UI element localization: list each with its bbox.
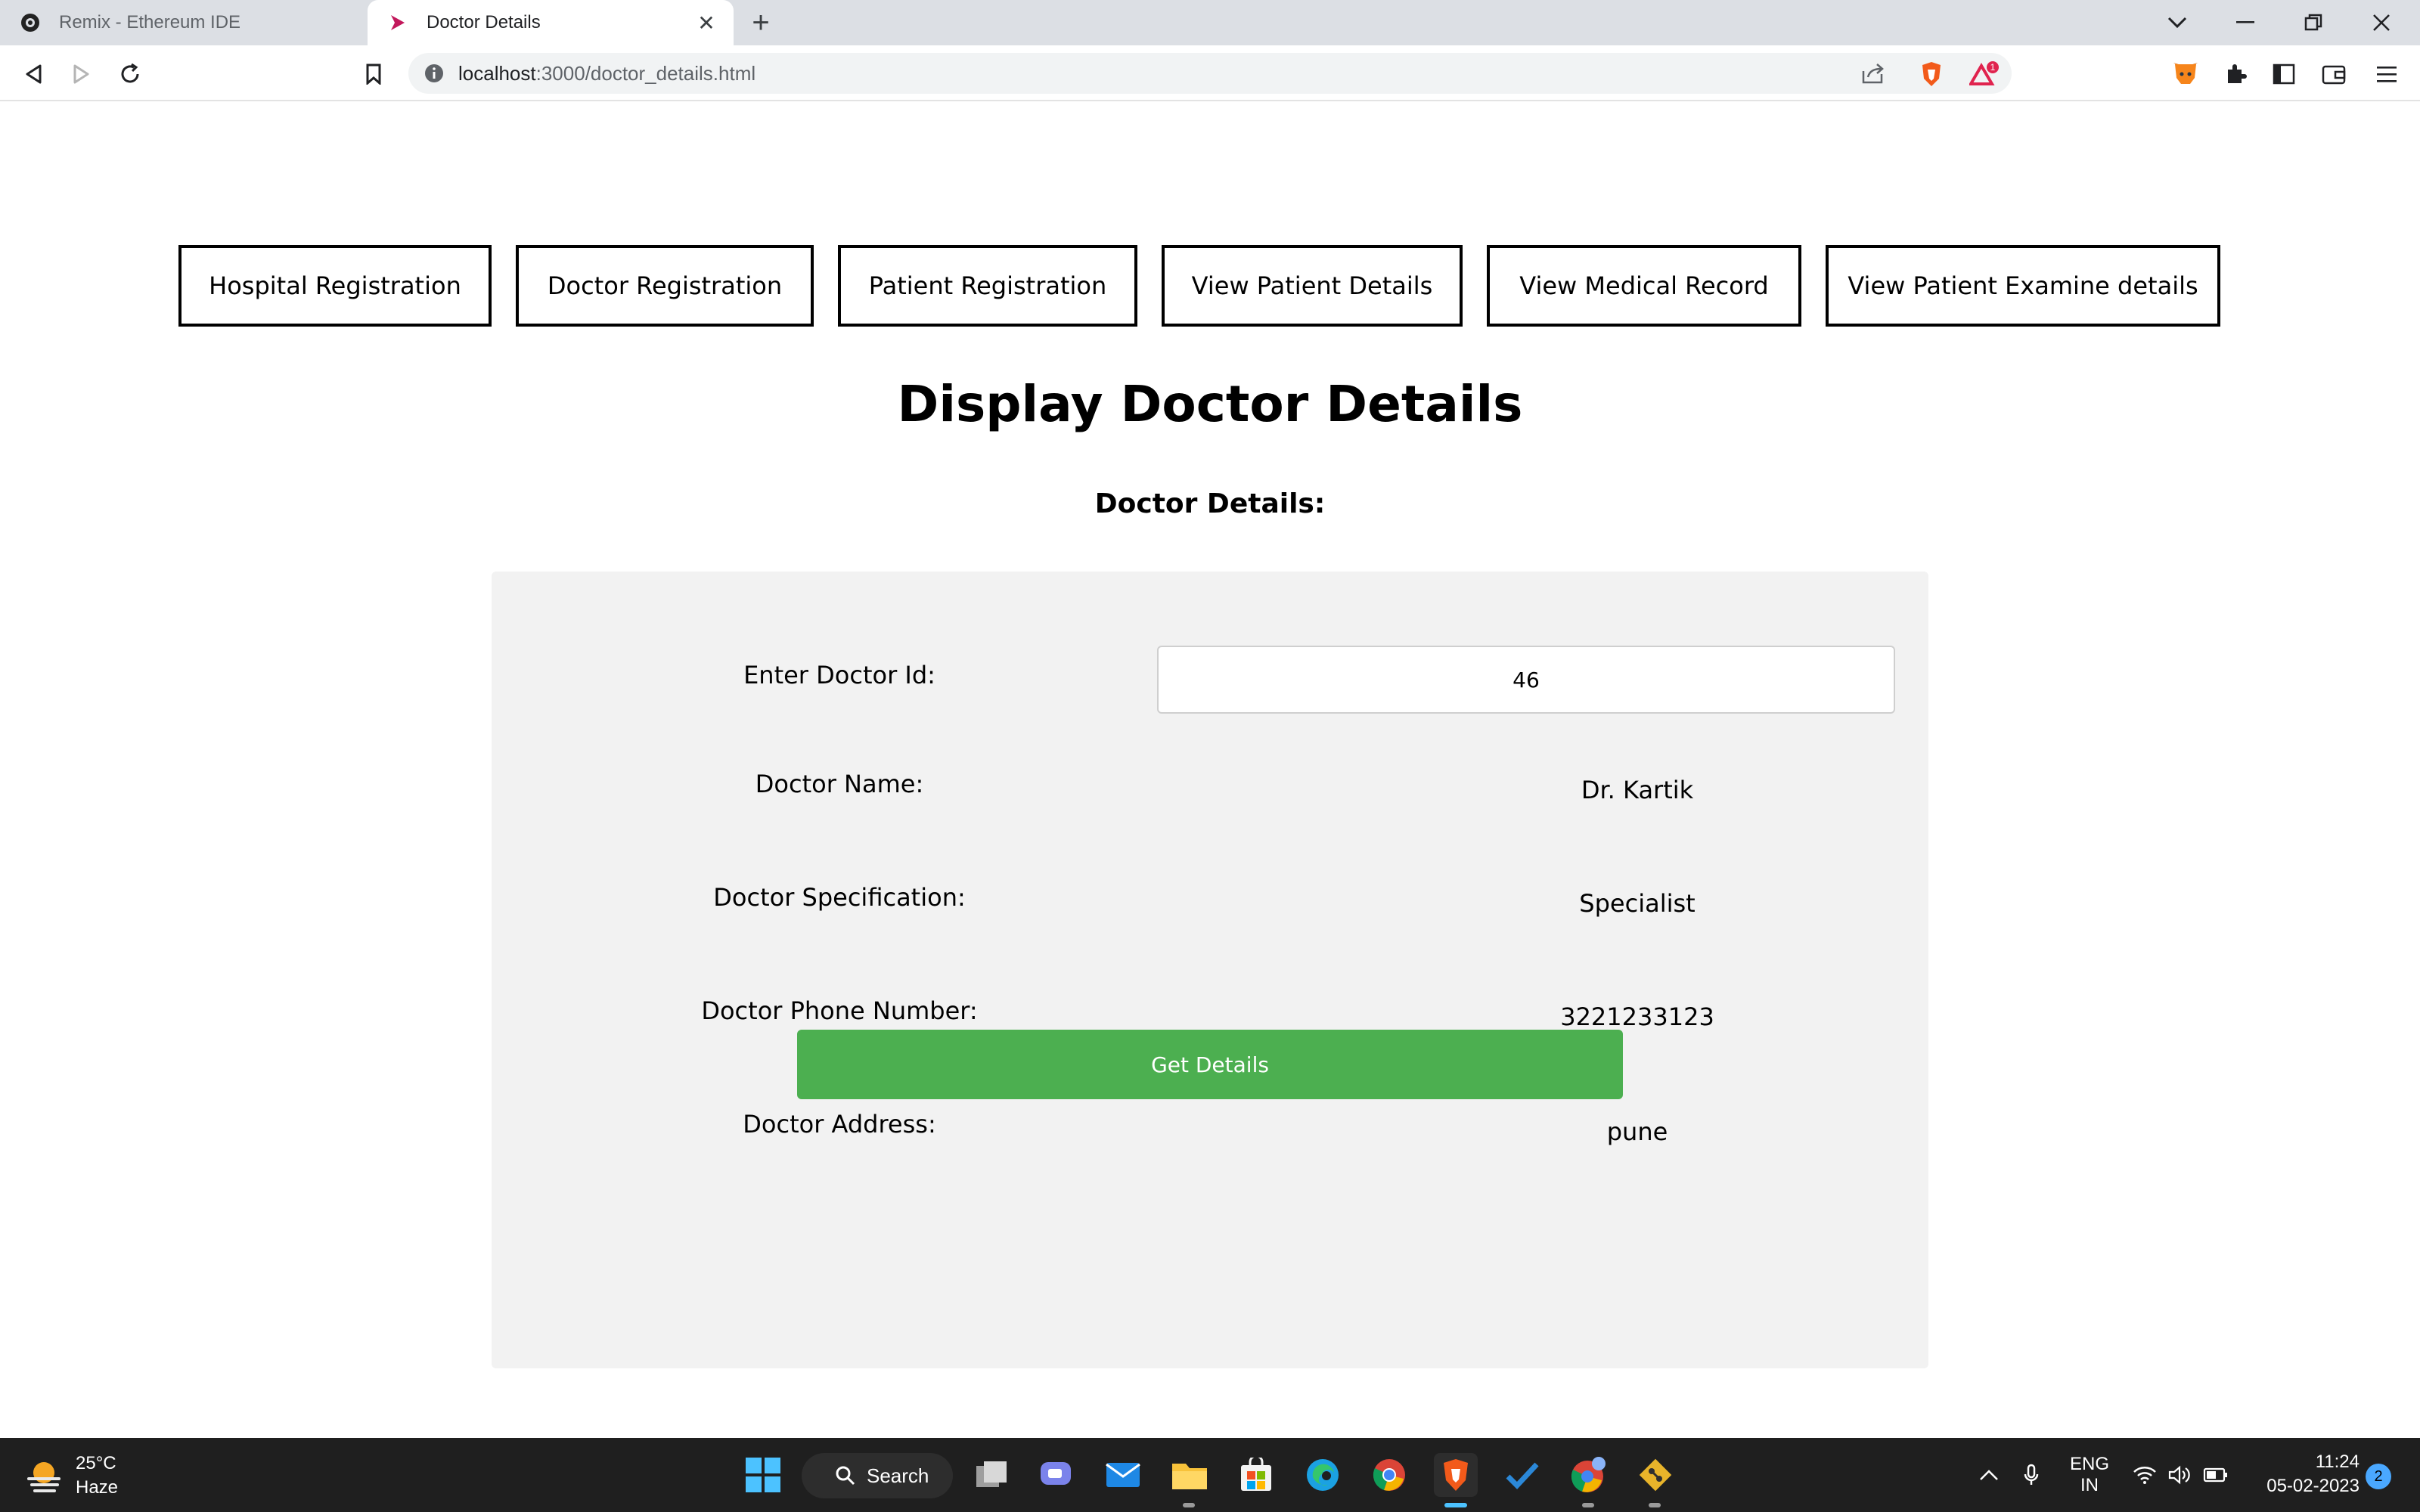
doctor-id-label: Enter Doctor Id: [743, 661, 935, 689]
todo-checkmark-icon[interactable] [1500, 1453, 1544, 1497]
section-subtitle: Doctor Details: [1094, 488, 1326, 519]
weather-widget[interactable]: 25°C Haze [23, 1452, 118, 1500]
chrome-icon[interactable] [1367, 1453, 1411, 1497]
extensions-puzzle-icon[interactable] [2220, 59, 2251, 89]
doctor-phone-value: 3221233123 [1560, 1002, 1714, 1031]
doctor-details-form: Enter Doctor Id: Doctor Name: Dr. Kartik… [492, 572, 1928, 1368]
weather-temperature: 25°C [76, 1453, 116, 1473]
page-favicon-icon [386, 11, 410, 35]
region-code: IN [2080, 1475, 2099, 1495]
taskbar: 25°C Haze Search ENG IN 11:24 05-02-2023… [0, 1438, 2420, 1512]
site-info-icon[interactable] [424, 63, 445, 84]
nav-view-patient-examine-details[interactable]: View Patient Examine details [1826, 245, 2220, 327]
minimize-icon[interactable] [2211, 0, 2279, 45]
url-text: localhost:3000/doctor_details.html [458, 62, 756, 85]
search-label: Search [867, 1464, 929, 1487]
nav-view-medical-record[interactable]: View Medical Record [1487, 245, 1801, 327]
battery-icon[interactable] [2201, 1438, 2231, 1512]
doctor-address-label: Doctor Address: [743, 1110, 936, 1139]
address-bar[interactable]: localhost:3000/doctor_details.html [408, 53, 2012, 94]
doctor-address-value: pune [1606, 1117, 1668, 1146]
windows-start-icon[interactable] [741, 1453, 785, 1497]
taskbar-search[interactable]: Search [802, 1453, 953, 1498]
microphone-icon[interactable] [2016, 1438, 2046, 1512]
tab-remix[interactable]: Remix - Ethereum IDE [0, 0, 366, 45]
show-hidden-icons-chevron-icon[interactable] [1974, 1438, 2004, 1512]
doctor-specification-value: Specialist [1579, 889, 1696, 918]
chrome-profile-icon[interactable] [1567, 1453, 1611, 1497]
close-tab-icon[interactable]: ✕ [694, 11, 718, 35]
search-icon [836, 1466, 855, 1486]
volume-icon[interactable] [2166, 1438, 2193, 1512]
browser-toolbar: localhost:3000/doctor_details.html 1 [0, 45, 2420, 101]
clock-date: 05-02-2023 [2266, 1476, 2360, 1496]
nav-doctor-registration[interactable]: Doctor Registration [516, 245, 814, 327]
task-view-icon[interactable] [970, 1453, 1013, 1497]
tab-doctor-details[interactable]: Doctor Details ✕ [368, 0, 734, 45]
close-window-icon[interactable] [2347, 0, 2415, 45]
tab-strip: Remix - Ethereum IDE Doctor Details ✕ + [0, 0, 2420, 45]
sidebar-icon[interactable] [2269, 59, 2299, 89]
restore-icon[interactable] [2279, 0, 2347, 45]
language-indicator[interactable]: ENG IN [2062, 1438, 2118, 1512]
store-icon[interactable] [1234, 1453, 1278, 1497]
file-explorer-icon[interactable] [1168, 1453, 1212, 1497]
tab-title: Remix - Ethereum IDE [59, 12, 241, 33]
running-indicator [1582, 1503, 1594, 1507]
tab-search-chevron-icon[interactable] [2143, 0, 2211, 45]
weather-description: Haze [76, 1477, 119, 1498]
page-title: Display Doctor Details [897, 375, 1523, 433]
system-clock[interactable]: 11:24 05-02-2023 [2238, 1450, 2360, 1498]
doctor-name-value: Dr. Kartik [1581, 776, 1694, 804]
reload-icon[interactable] [113, 57, 147, 91]
wallet-icon[interactable] [2319, 59, 2349, 89]
share-icon[interactable] [1860, 62, 1886, 85]
metamask-fox-icon[interactable] [2170, 59, 2201, 89]
wifi-icon[interactable] [2131, 1438, 2158, 1512]
tab-title: Doctor Details [427, 12, 541, 33]
brave-rewards-icon[interactable]: 1 [1969, 59, 2000, 89]
language-code: ENG [2069, 1454, 2109, 1474]
teams-chat-icon[interactable] [1035, 1453, 1078, 1497]
doctor-phone-label: Doctor Phone Number: [701, 996, 978, 1025]
brave-shields-icon[interactable] [1916, 59, 1947, 89]
brave-browser-icon[interactable] [1434, 1453, 1478, 1497]
active-app-indicator [1444, 1503, 1467, 1507]
clock-time: 11:24 [2315, 1452, 2360, 1472]
top-navigation: Hospital Registration Doctor Registratio… [178, 245, 2220, 327]
svg-text:1: 1 [1990, 62, 1996, 73]
git-icon[interactable] [1634, 1453, 1677, 1497]
bookmark-icon[interactable] [357, 57, 390, 91]
doctor-id-input[interactable] [1157, 646, 1895, 714]
doctor-name-label: Doctor Name: [755, 770, 924, 798]
notification-badge[interactable]: 2 [2366, 1464, 2391, 1489]
page-content: Hospital Registration Doctor Registratio… [0, 103, 2420, 1436]
running-indicator [1183, 1503, 1195, 1507]
forward-icon[interactable] [65, 57, 98, 91]
nav-view-patient-details[interactable]: View Patient Details [1162, 245, 1463, 327]
haze-weather-icon [27, 1462, 60, 1492]
doctor-specification-label: Doctor Specification: [713, 883, 966, 912]
menu-hamburger-icon[interactable] [2372, 59, 2402, 89]
remix-favicon-icon [18, 11, 42, 35]
edge-icon[interactable] [1301, 1453, 1345, 1497]
new-tab-button[interactable]: + [746, 6, 776, 39]
running-indicator [1649, 1503, 1661, 1507]
get-details-button[interactable]: Get Details [797, 1030, 1623, 1099]
mail-icon[interactable] [1101, 1453, 1145, 1497]
nav-patient-registration[interactable]: Patient Registration [838, 245, 1137, 327]
back-icon[interactable] [17, 57, 50, 91]
nav-hospital-registration[interactable]: Hospital Registration [178, 245, 492, 327]
